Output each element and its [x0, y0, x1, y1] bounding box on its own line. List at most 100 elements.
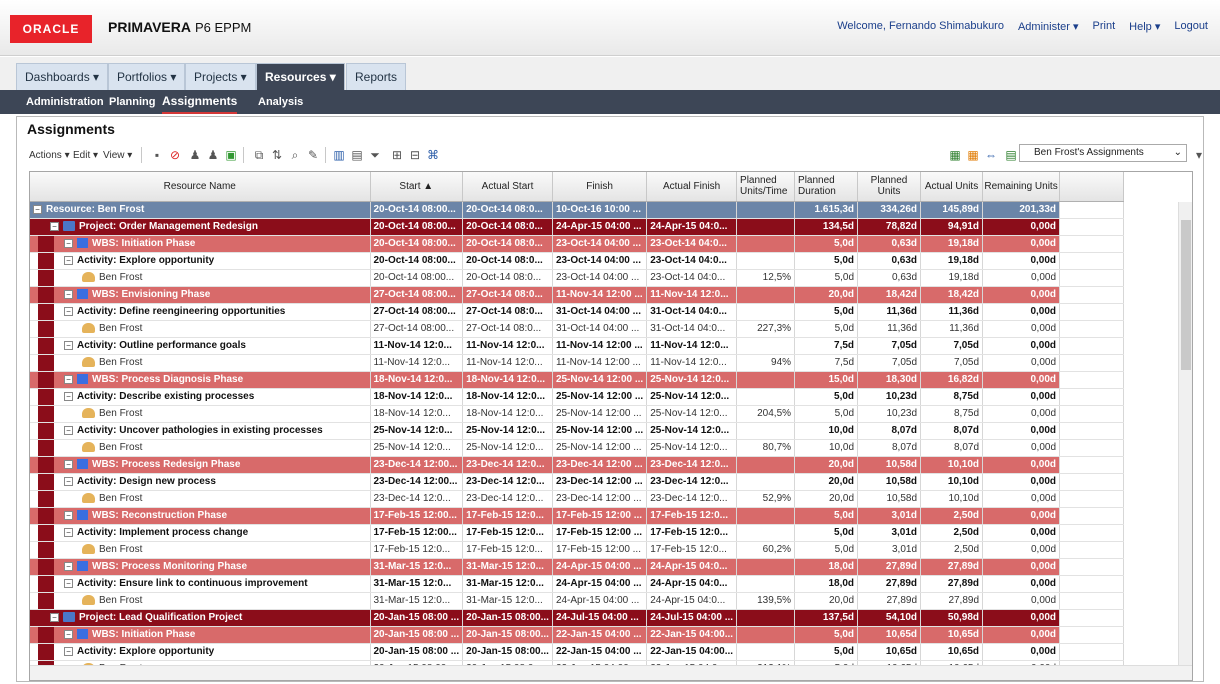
table-cell[interactable]: 20,0d: [794, 473, 859, 491]
table-cell[interactable]: 20,0d: [794, 456, 859, 474]
table-cell[interactable]: 8,07d: [920, 439, 984, 457]
copy-icon[interactable]: ⧉: [251, 147, 267, 163]
table-cell[interactable]: 334,26d: [857, 201, 922, 219]
table-cell[interactable]: 18,0d: [794, 575, 859, 593]
table-cell[interactable]: 10,23d: [857, 388, 922, 406]
assign-resource-icon[interactable]: ♟: [187, 147, 203, 163]
table-cell[interactable]: 27-Oct-14 08:00...: [370, 320, 464, 338]
table-cell[interactable]: 3,01d: [857, 507, 922, 525]
table-cell[interactable]: 23-Oct-14 04:0...: [646, 269, 738, 287]
table-cell[interactable]: 23-Dec-14 12:00...: [370, 473, 464, 491]
row-name-cell[interactable]: − Activity: Describe existing processes: [30, 388, 371, 406]
row-name-cell[interactable]: − Activity: Outline performance goals: [30, 337, 371, 355]
table-cell[interactable]: 10,65d: [920, 626, 984, 644]
table-cell[interactable]: 10,0d: [794, 439, 859, 457]
table-cell[interactable]: 20-Oct-14 08:00...: [370, 201, 464, 219]
table-cell[interactable]: 0,00d: [982, 609, 1061, 627]
table-cell[interactable]: 10-Oct-16 10:00 ...: [552, 201, 648, 219]
table-cell[interactable]: 0,00d: [982, 218, 1061, 236]
collapse-toggle-icon[interactable]: −: [64, 561, 73, 571]
table-cell[interactable]: 7,05d: [920, 354, 984, 372]
table-cell[interactable]: 0,00d: [982, 592, 1061, 610]
table-cell[interactable]: [646, 201, 738, 219]
table-row[interactable]: Ben Frost 17-Feb-15 12:0... 17-Feb-15 12:0…: [30, 541, 1125, 559]
table-row[interactable]: − WBS: Process Redesign Phase 23-Dec-14 12…: [30, 456, 1125, 474]
table-cell[interactable]: 8,75d: [920, 388, 984, 406]
table-cell[interactable]: 25-Nov-14 12:00 ...: [552, 371, 648, 389]
table-cell[interactable]: 5,0d: [794, 320, 859, 338]
row-name-cell[interactable]: Ben Frost: [30, 320, 371, 338]
col-resource-name[interactable]: Resource Name: [30, 172, 371, 202]
col-remaining-units[interactable]: Remaining Units: [982, 172, 1061, 202]
table-cell[interactable]: 80,7%: [736, 439, 796, 457]
tab-reports[interactable]: Reports: [346, 63, 407, 90]
table-cell[interactable]: 25-Nov-14 12:0...: [646, 439, 738, 457]
col-actual-units[interactable]: Actual Units: [920, 172, 984, 202]
table-cell[interactable]: [736, 609, 796, 627]
table-cell[interactable]: 3,01d: [857, 524, 922, 542]
table-row[interactable]: − WBS: Initiation Phase 20-Oct-14 08:00...…: [30, 235, 1125, 253]
col-actual-start[interactable]: Actual Start: [462, 172, 553, 202]
gantt-view-icon[interactable]: ▦: [947, 147, 963, 163]
table-cell[interactable]: 24-Apr-15 04:0...: [646, 575, 738, 593]
collapse-toggle-icon[interactable]: −: [64, 238, 73, 248]
table-cell[interactable]: 10,65d: [857, 643, 922, 661]
table-cell[interactable]: 11-Nov-14 12:0...: [462, 354, 553, 372]
table-cell[interactable]: 20-Oct-14 08:0...: [462, 252, 553, 270]
table-cell[interactable]: 20-Oct-14 08:00...: [370, 252, 464, 270]
row-name-cell[interactable]: Ben Frost: [30, 405, 371, 423]
table-cell[interactable]: 24-Apr-15 04:00 ...: [552, 575, 648, 593]
administer-menu[interactable]: Administer ▾: [1018, 20, 1079, 33]
table-cell[interactable]: 24-Jul-15 04:00 ...: [646, 609, 738, 627]
table-cell[interactable]: 23-Dec-14 12:00 ...: [552, 473, 648, 491]
col-planned-units-time[interactable]: Planned Units/Time: [736, 172, 796, 202]
table-cell[interactable]: 25-Nov-14 12:00 ...: [552, 388, 648, 406]
print-link[interactable]: Print: [1093, 20, 1116, 33]
table-cell[interactable]: 11,36d: [920, 320, 984, 338]
table-cell[interactable]: 27,89d: [857, 558, 922, 576]
collapse-toggle-icon[interactable]: −: [64, 459, 73, 469]
table-cell[interactable]: 2,50d: [920, 541, 984, 559]
table-cell[interactable]: 227,3%: [736, 320, 796, 338]
table-cell[interactable]: 134,5d: [794, 218, 859, 236]
table-cell[interactable]: 23-Dec-14 12:00 ...: [552, 456, 648, 474]
table-cell[interactable]: 11-Nov-14 12:00 ...: [552, 337, 648, 355]
table-cell[interactable]: 201,33d: [982, 201, 1061, 219]
table-cell[interactable]: 11-Nov-14 12:0...: [462, 337, 553, 355]
table-cell[interactable]: 0,00d: [982, 422, 1061, 440]
table-row[interactable]: Ben Frost 31-Mar-15 12:0... 31-Mar-15 12:0…: [30, 592, 1125, 610]
table-cell[interactable]: 18-Nov-14 12:0...: [462, 371, 553, 389]
table-cell[interactable]: 7,5d: [794, 337, 859, 355]
sort-icon[interactable]: ⇅: [269, 147, 285, 163]
find-icon[interactable]: ⌕: [287, 147, 303, 163]
table-cell[interactable]: [736, 252, 796, 270]
table-cell[interactable]: 17-Feb-15 12:00...: [370, 524, 464, 542]
table-cell[interactable]: 27-Oct-14 08:00...: [370, 303, 464, 321]
table-cell[interactable]: 27-Oct-14 08:0...: [462, 320, 553, 338]
subtab-analysis[interactable]: Analysis: [258, 90, 303, 114]
collapse-toggle-icon[interactable]: −: [64, 374, 73, 384]
table-cell[interactable]: 0,00d: [982, 269, 1061, 287]
row-name-cell[interactable]: − WBS: Reconstruction Phase: [30, 507, 371, 525]
table-cell[interactable]: 20-Oct-14 08:00...: [370, 218, 464, 236]
collapse-toggle-icon[interactable]: −: [64, 306, 73, 316]
table-cell[interactable]: 11-Nov-14 12:0...: [646, 354, 738, 372]
table-cell[interactable]: 137,5d: [794, 609, 859, 627]
table-cell[interactable]: 27-Oct-14 08:0...: [462, 286, 553, 304]
table-cell[interactable]: 10,10d: [920, 473, 984, 491]
edit-menu[interactable]: Edit ▾: [73, 150, 98, 161]
table-cell[interactable]: 8,07d: [857, 439, 922, 457]
table-cell[interactable]: 0,00d: [982, 286, 1061, 304]
table-cell[interactable]: 20,0d: [794, 490, 859, 508]
table-cell[interactable]: 31-Mar-15 12:0...: [462, 592, 553, 610]
table-row[interactable]: − Resource: Ben Frost 20-Oct-14 08:00... 20…: [30, 201, 1125, 219]
table-cell[interactable]: 11,36d: [920, 303, 984, 321]
table-cell[interactable]: 24-Jul-15 04:00 ...: [552, 609, 648, 627]
table-cell[interactable]: 20-Jan-15 08:00...: [462, 609, 553, 627]
collapse-toggle-icon[interactable]: −: [64, 425, 73, 435]
collapse-toggle-icon[interactable]: −: [64, 578, 73, 588]
table-cell[interactable]: 10,23d: [857, 405, 922, 423]
table-cell[interactable]: 25-Nov-14 12:0...: [646, 405, 738, 423]
table-cell[interactable]: 94,91d: [920, 218, 984, 236]
table-cell[interactable]: 23-Dec-14 12:00...: [370, 456, 464, 474]
